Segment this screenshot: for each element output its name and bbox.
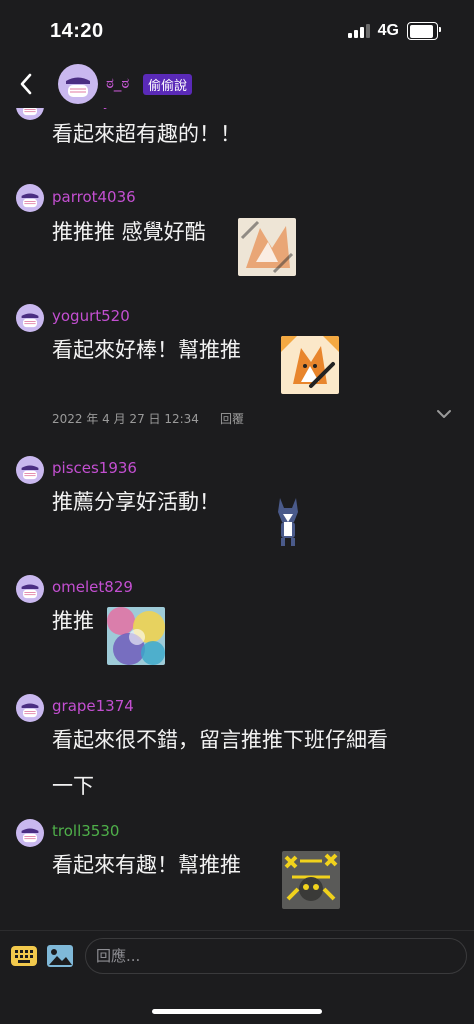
- comment-text: 推推推 感覺好酷: [52, 220, 206, 244]
- yellow-pattern-sticker-image: [282, 851, 340, 909]
- masked-avatar-icon: [58, 64, 98, 104]
- masked-avatar-icon: [16, 304, 44, 332]
- masked-avatar-icon: [16, 108, 44, 120]
- status-bar: 14:20 4G: [0, 0, 474, 60]
- colorful-sticker[interactable]: [107, 607, 165, 665]
- chevron-down-icon: [437, 410, 451, 418]
- comment-text-line2: 一下: [52, 774, 94, 798]
- comment-list: monkey556 看起來超有趣的！！ parrot4036 推推推 感覺好酷: [0, 108, 474, 930]
- user-avatar[interactable]: [16, 304, 44, 336]
- user-avatar[interactable]: [16, 575, 44, 607]
- comment-username[interactable]: pisces1936: [52, 459, 137, 477]
- screen: 14:20 4G ಠ_ಠ 偷偷說 看起來超有趣的！！ parrot4036 推推…: [0, 0, 474, 1024]
- fox-sticker-blurred[interactable]: [238, 218, 296, 276]
- comment-username[interactable]: parrot4036: [52, 188, 136, 206]
- back-button[interactable]: [12, 70, 40, 98]
- comment-username[interactable]: troll3530: [52, 822, 119, 840]
- keyboard-button[interactable]: [10, 944, 38, 972]
- nav-title-name: ಠ_ಠ: [106, 74, 130, 92]
- battery-fill: [409, 24, 433, 38]
- colorful-sticker-image: [107, 607, 165, 665]
- comment-username[interactable]: omelet829: [52, 578, 133, 596]
- image-button[interactable]: [46, 944, 74, 972]
- home-indicator: [152, 1009, 322, 1014]
- image-icon: [47, 945, 73, 967]
- masked-avatar-icon: [16, 456, 44, 484]
- user-avatar[interactable]: [16, 108, 44, 124]
- battery-icon: [407, 22, 441, 40]
- fox-sticker-image: [281, 336, 339, 394]
- yellow-pattern-sticker[interactable]: [282, 851, 340, 909]
- comment-text: 看起來超有趣的！！: [52, 122, 241, 146]
- user-avatar[interactable]: [16, 184, 44, 216]
- comment-username[interactable]: yogurt520: [52, 307, 130, 325]
- husky-sticker-image: [278, 498, 298, 546]
- comment-text: 推推: [52, 609, 94, 633]
- keyboard-icon: [11, 946, 37, 966]
- comment-username[interactable]: grape1374: [52, 697, 134, 715]
- status-indicators: 4G: [347, 22, 441, 40]
- status-time: 14:20: [50, 20, 104, 42]
- nav-bar: ಠ_ಠ 偷偷說: [0, 60, 474, 108]
- masked-avatar-icon: [16, 819, 44, 847]
- user-avatar[interactable]: [16, 819, 44, 851]
- masked-avatar-icon: [16, 184, 44, 212]
- fox-sticker[interactable]: [281, 336, 339, 394]
- nav-badge: 偷偷說: [143, 74, 193, 95]
- signal-icon: [347, 24, 370, 38]
- comment-username[interactable]: monkey556: [52, 108, 140, 110]
- network-label: 4G: [377, 22, 399, 39]
- reply-button[interactable]: 回覆: [220, 410, 244, 427]
- expand-button[interactable]: [436, 408, 452, 423]
- comment-date: 2022 年 4 月 27 日 12:34: [52, 412, 199, 426]
- comment-text: 看起來好棒！幫推推: [52, 338, 241, 362]
- fox-sticker-image: [238, 218, 296, 276]
- comment-text: 推薦分享好活動！: [52, 490, 220, 514]
- chevron-left-icon: [20, 73, 32, 95]
- husky-sticker[interactable]: [268, 492, 308, 550]
- nav-avatar[interactable]: [58, 64, 98, 108]
- user-avatar[interactable]: [16, 456, 44, 488]
- masked-avatar-icon: [16, 694, 44, 722]
- input-bar: [0, 930, 474, 1024]
- user-avatar[interactable]: [16, 694, 44, 726]
- masked-avatar-icon: [16, 575, 44, 603]
- comment-text-line1: 看起來很不錯，留言推推下班仔細看: [52, 728, 388, 752]
- comment-meta-row: 2022 年 4 月 27 日 12:34 回覆: [52, 410, 454, 427]
- comment-text: 看起來有趣！幫推推: [52, 853, 241, 877]
- reply-input[interactable]: [85, 938, 467, 974]
